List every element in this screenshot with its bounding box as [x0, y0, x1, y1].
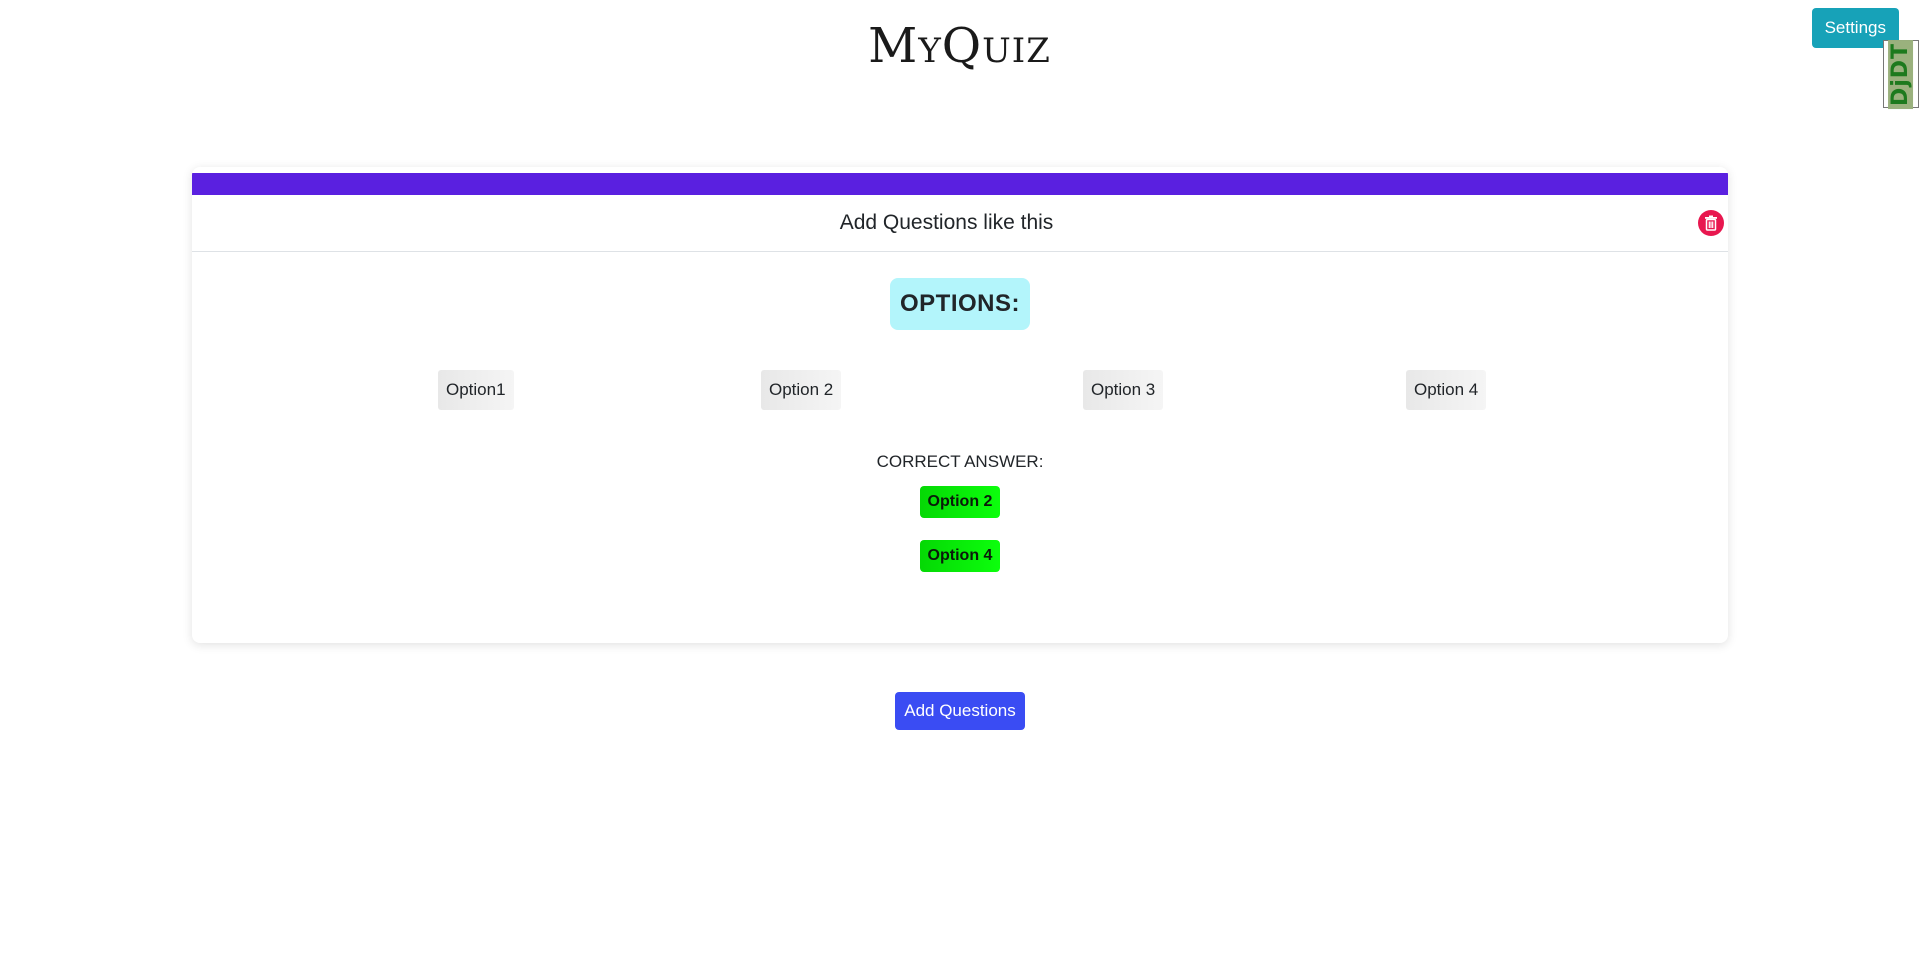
page: MyQuiz Settings DjDT Add Questions like … [0, 0, 1919, 975]
options-heading: OPTIONS: [889, 278, 1030, 330]
option-4[interactable]: Option 4 [1406, 370, 1487, 410]
option-2[interactable]: Option 2 [761, 370, 842, 410]
app-logo: MyQuiz [868, 18, 1051, 74]
delete-question-button[interactable] [1698, 210, 1724, 236]
question-header: Add Questions like this [192, 195, 1728, 252]
option-3[interactable]: Option 3 [1083, 370, 1164, 410]
debug-toolbar-tab[interactable]: DjDT [1883, 39, 1919, 109]
option-1[interactable]: Option1 [438, 370, 514, 410]
correct-answer-2: Option 4 [919, 540, 1001, 572]
card-accent-bar [192, 173, 1728, 195]
trash-icon [1705, 215, 1717, 231]
question-text: Add Questions like this [839, 211, 1054, 234]
correct-answer-1: Option 2 [919, 486, 1001, 518]
debug-toolbar-label: DjDT [1888, 39, 1914, 109]
add-questions-button[interactable]: Add Questions [895, 692, 1025, 730]
options-list: Option1 Option 2 Option 3 Option 4 [192, 370, 1728, 410]
question-card: Add Questions like this OPTIONS: Option1… [192, 167, 1728, 643]
correct-answer-label: CORRECT ANSWER: [876, 452, 1044, 471]
